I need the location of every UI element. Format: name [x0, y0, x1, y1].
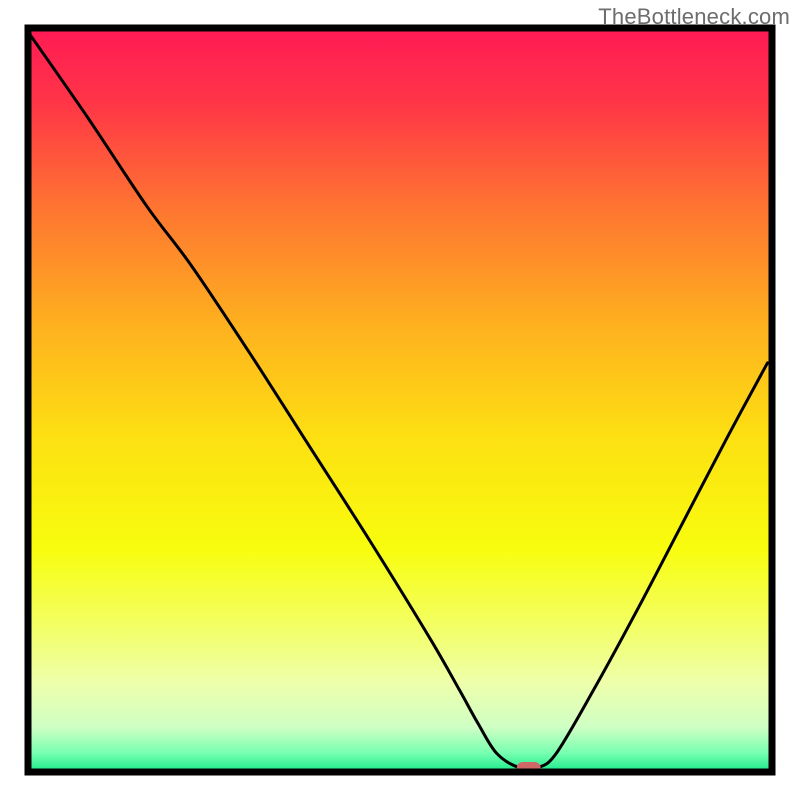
- watermark-text: TheBottleneck.com: [598, 4, 790, 30]
- chart-svg: [0, 0, 800, 800]
- plot-background: [28, 28, 772, 772]
- bottleneck-chart: TheBottleneck.com: [0, 0, 800, 800]
